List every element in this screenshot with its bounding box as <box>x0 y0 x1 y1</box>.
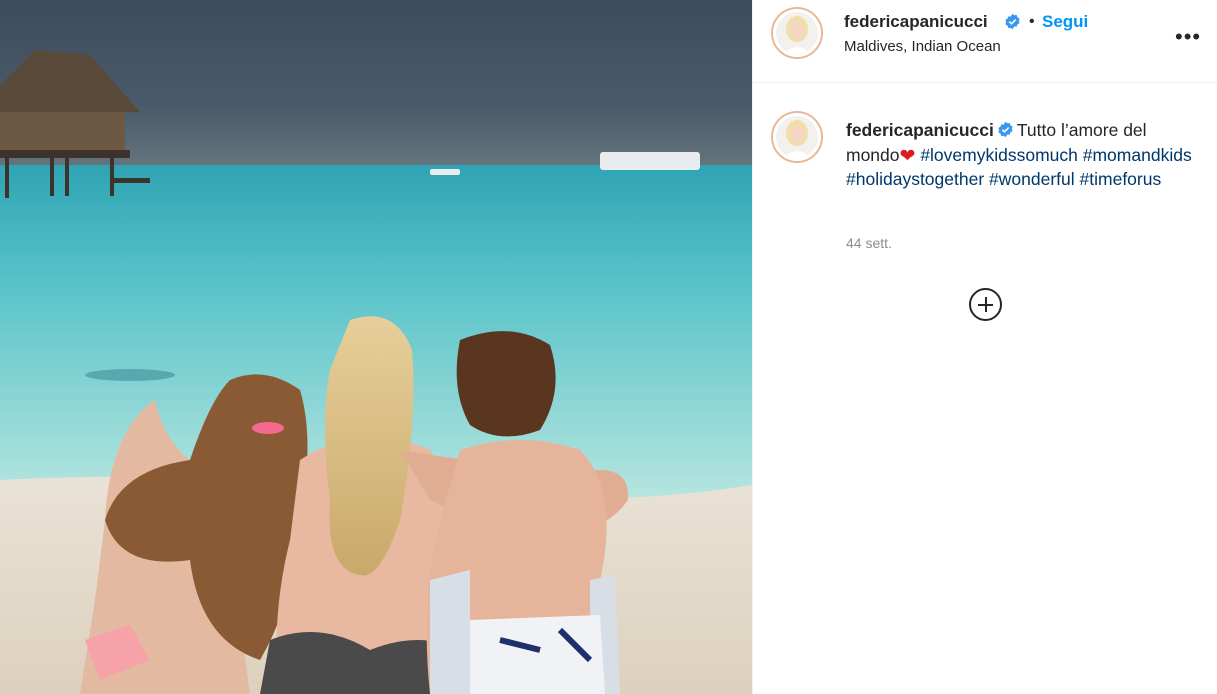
post-location[interactable]: Maldives, Indian Ocean <box>844 38 1001 55</box>
hashtag-link[interactable]: #timeforus <box>1080 169 1162 189</box>
follow-button[interactable]: Segui <box>1042 12 1088 32</box>
post-caption: federicapanicucci Tutto l’amore del mondo… <box>846 118 1196 192</box>
avatar-image <box>776 116 818 158</box>
verified-badge-icon <box>997 120 1014 138</box>
hashtag-link[interactable]: #lovemykidssomuch <box>920 145 1078 165</box>
post-side-panel: federicapanicucci • Segui Maldives, Indi… <box>752 0 1217 694</box>
hashtag-link[interactable]: #holidaystogether <box>846 169 984 189</box>
more-options-icon[interactable]: ••• <box>1175 24 1201 50</box>
avatar[interactable] <box>771 7 823 59</box>
heart-emoji: ❤ <box>899 145 916 167</box>
post-timestamp[interactable]: 44 sett. <box>846 235 892 251</box>
beach-photo-illustration <box>0 0 752 694</box>
post-header: federicapanicucci • Segui Maldives, Indi… <box>753 0 1217 83</box>
separator-dot: • <box>1029 13 1035 30</box>
post-photo[interactable] <box>0 0 752 694</box>
caption-username[interactable]: federicapanicucci <box>846 120 994 140</box>
post-author-username[interactable]: federicapanicucci <box>844 12 988 32</box>
caption-avatar[interactable] <box>771 111 823 163</box>
avatar-image <box>776 12 818 54</box>
hashtag-link[interactable]: #wonderful <box>989 169 1075 189</box>
verified-badge-icon <box>1004 13 1021 30</box>
hashtag-link[interactable]: #momandkids <box>1083 145 1192 165</box>
circle-plus-icon[interactable] <box>969 288 1002 321</box>
